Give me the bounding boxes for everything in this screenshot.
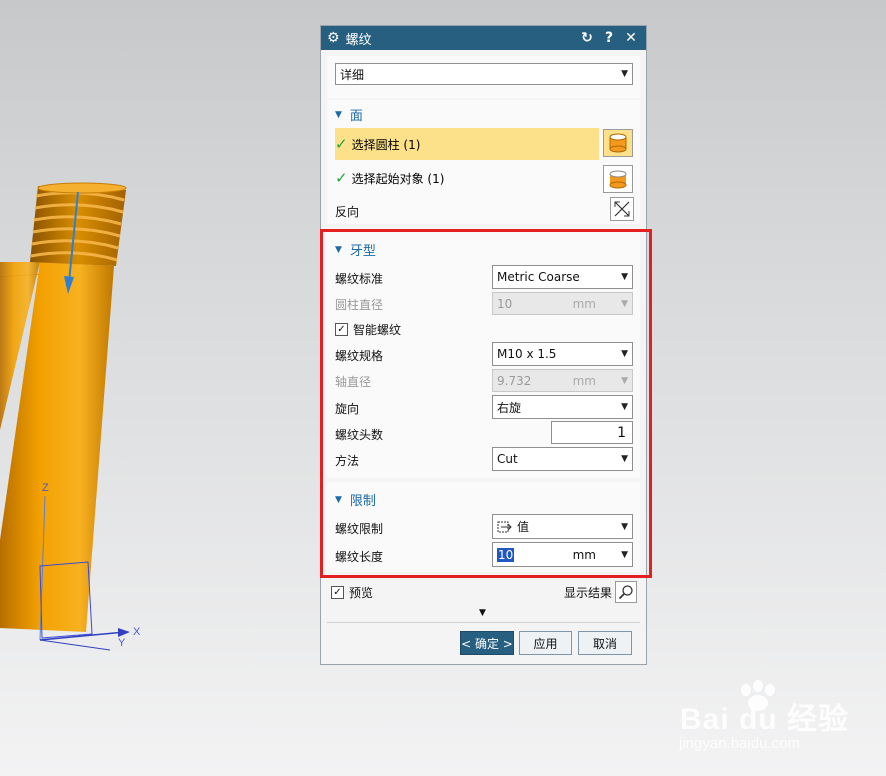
close-button[interactable]: ✕ <box>622 30 640 46</box>
cylinder-icon <box>609 133 627 153</box>
collapse-triangle-icon: ▼ <box>335 244 342 255</box>
cylinder-select-button[interactable] <box>603 129 633 157</box>
thread-standard-value: Metric Coarse <box>497 270 580 284</box>
smart-thread-checkbox[interactable]: ✓ 智能螺纹 <box>335 321 401 338</box>
hand-label: 旋向 <box>335 402 360 416</box>
smart-thread-check: ✓ <box>335 323 348 336</box>
thread-spec-label: 螺纹规格 <box>335 349 384 363</box>
chevron-down-icon: ▼ <box>621 454 628 464</box>
thread-starts-label: 螺纹头数 <box>335 428 384 442</box>
axis-z-label: Z <box>42 482 49 494</box>
axis-y-label: Y <box>118 637 126 649</box>
chevron-down-icon: ▼ <box>621 375 628 386</box>
face-section-header[interactable]: ▼ 面 <box>335 105 363 124</box>
hand-dropdown[interactable]: 右旋 ▼ <box>492 395 633 419</box>
thread-length-unit: mm <box>572 547 596 562</box>
collapse-triangle-icon: ▼ <box>335 494 342 505</box>
chevron-down-icon: ▼ <box>621 298 628 309</box>
thread-length-value: 10 <box>497 547 515 562</box>
shaft-diameter-value: 9.732 <box>497 373 532 388</box>
chevron-down-icon: ▼ <box>621 521 628 532</box>
thread-type-title: 牙型 <box>349 244 376 259</box>
cylinder-diameter-value: 10 <box>497 296 513 311</box>
gear-icon: ⚙ <box>327 30 340 46</box>
shaft-diameter-field: 9.732 mm ▼ <box>492 369 633 392</box>
chevron-down-icon: ▼ <box>621 349 628 359</box>
chevron-down-icon: ▼ <box>621 272 628 282</box>
thread-limit-dropdown[interactable]: 值 ▼ <box>492 514 633 539</box>
select-start-row[interactable]: ✓ 选择起始对象 (1) <box>335 163 444 193</box>
reverse-arrows-icon <box>614 201 630 217</box>
check-icon: ✓ <box>335 135 348 153</box>
watermark-brand: Bai du 经验 <box>680 703 850 736</box>
thread-type-section: ▼ 牙型 螺纹标准 Metric Coarse ▼ 圆柱直径 10 mm ▼ ✓… <box>327 232 640 478</box>
footer-divider <box>327 622 640 623</box>
watermark-url: jingyan.baidu.com <box>679 735 800 752</box>
select-cylinder-row[interactable]: ✓ 选择圆柱 (1) <box>335 128 599 160</box>
start-object-select-button[interactable] <box>603 165 633 193</box>
limits-title: 限制 <box>349 494 376 509</box>
shaft-diameter-unit: mm <box>572 373 596 388</box>
method-label: 方法 <box>335 454 360 468</box>
thread-length-label: 螺纹长度 <box>335 550 384 564</box>
thread-limit-label: 螺纹限制 <box>335 522 384 536</box>
thread-starts-value: 1 <box>617 424 626 441</box>
thread-spec-value: M10 x 1.5 <box>497 347 557 361</box>
cylinder-diameter-unit: mm <box>572 296 596 311</box>
mode-value: 详细 <box>340 67 365 82</box>
smart-thread-label: 智能螺纹 <box>353 323 402 337</box>
select-start-label: 选择起始对象 (1) <box>351 171 445 186</box>
check-icon: ✓ <box>335 169 348 187</box>
dialog-titlebar[interactable]: ⚙ 螺纹 ↻ ? ✕ <box>321 26 646 50</box>
limits-section: ▼ 限制 螺纹限制 值 ▼ 螺纹长度 10 mm ▼ <box>327 482 640 572</box>
axis-x-label: X <box>133 626 141 638</box>
thread-spec-dropdown[interactable]: M10 x 1.5 ▼ <box>492 342 633 366</box>
select-cylinder-label: 选择圆柱 (1) <box>351 137 421 152</box>
preview-check: ✓ <box>331 586 344 599</box>
chevron-down-icon: ▼ <box>621 402 628 412</box>
shaft-diameter-label: 轴直径 <box>335 375 372 389</box>
cylinder-face-icon <box>609 170 627 189</box>
reverse-direction-button[interactable] <box>610 197 634 221</box>
mode-dropdown[interactable]: 详细 ▼ <box>335 63 633 85</box>
preview-checkbox[interactable]: ✓ 预览 <box>331 584 373 601</box>
thread-limit-value: 值 <box>517 520 530 534</box>
cylinder-diameter-label: 圆柱直径 <box>335 298 384 312</box>
limits-header[interactable]: ▼ 限制 <box>335 490 376 509</box>
apply-button[interactable]: 应用 <box>519 631 572 655</box>
hand-value: 右旋 <box>497 400 522 415</box>
dialog-title: 螺纹 <box>345 32 372 48</box>
preview-label: 预览 <box>349 586 374 600</box>
expand-more-icon[interactable]: ▼ <box>479 608 486 618</box>
thread-standard-dropdown[interactable]: Metric Coarse ▼ <box>492 265 633 289</box>
face-section: ▼ 面 ✓ 选择圆柱 (1) ✓ 选择起始对象 (1) 反向 <box>327 100 640 224</box>
method-value: Cut <box>497 452 518 466</box>
magnifier-icon <box>618 585 633 600</box>
help-button[interactable]: ? <box>600 30 618 46</box>
thread-standard-label: 螺纹标准 <box>335 272 384 286</box>
chevron-down-icon: ▼ <box>621 69 628 79</box>
cylinder-diameter-field: 10 mm ▼ <box>492 292 633 315</box>
cancel-button[interactable]: 取消 <box>578 631 632 655</box>
reverse-label: 反向 <box>335 205 360 219</box>
chevron-down-icon: ▼ <box>621 549 628 560</box>
thread-length-input[interactable]: 10 mm ▼ <box>492 542 633 567</box>
thread-type-header[interactable]: ▼ 牙型 <box>335 240 376 259</box>
collapse-triangle-icon: ▼ <box>335 109 342 120</box>
thread-starts-input[interactable]: 1 <box>551 421 633 444</box>
value-limit-icon <box>497 521 512 532</box>
thread-dialog: ⚙ 螺纹 ↻ ? ✕ 详细 ▼ ▼ 面 ✓ 选择圆柱 (1) ✓ 选择起始对象 … <box>320 25 647 665</box>
method-dropdown[interactable]: Cut ▼ <box>492 447 633 471</box>
reset-icon[interactable]: ↻ <box>578 30 596 46</box>
face-section-title: 面 <box>349 109 363 124</box>
ok-button[interactable]: < 确定 > <box>460 631 514 655</box>
show-result-label: 显示结果 <box>564 586 613 600</box>
show-result-button[interactable] <box>615 581 637 603</box>
mode-section: 详细 ▼ <box>327 56 640 98</box>
